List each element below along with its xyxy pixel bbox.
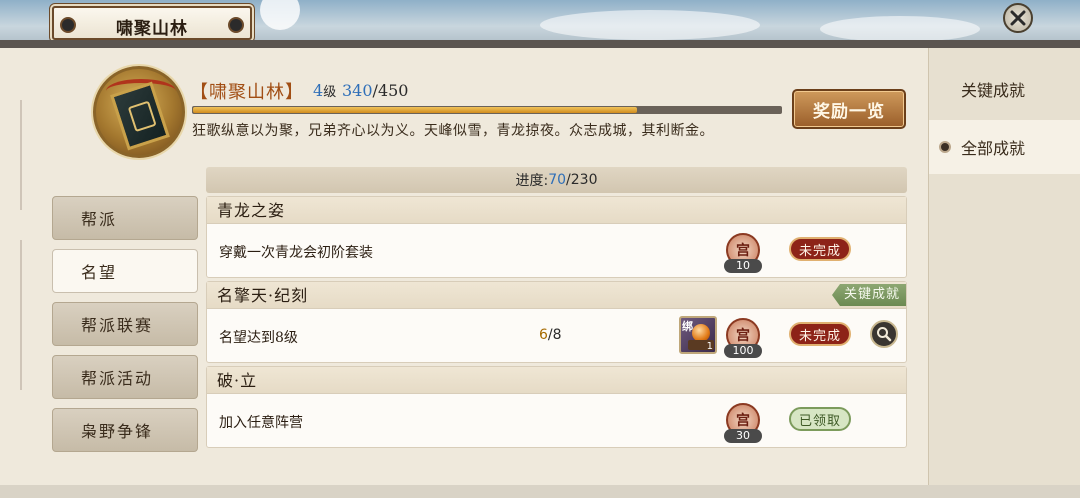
overall-progress: 进度: 70/230 <box>206 167 907 193</box>
progress-total: /230 <box>566 172 598 188</box>
status-badge: 已领取 <box>789 407 851 431</box>
calligraphy-decoration <box>8 70 34 420</box>
window-title-plaque: 啸聚山林 <box>52 6 252 40</box>
key-achievement-tag: 关键成就 <box>831 284 906 306</box>
bound-label: 绑 <box>682 320 693 333</box>
achievement-group-title: 【啸聚山林】 <box>190 82 304 103</box>
item-quantity: 1 <box>706 341 713 352</box>
progress-current: 6 <box>539 327 548 343</box>
achievement-progress: 6/8 <box>539 327 562 343</box>
reward-item[interactable]: 绑 1 <box>679 316 717 354</box>
exp-total: /450 <box>372 81 409 100</box>
right-tab-column: 关键成就 全部成就 <box>928 48 1080 485</box>
progress-total: /8 <box>547 327 562 343</box>
achievement-row: 青龙之姿 穿戴一次青龙会初阶套装 宫 10 未完成 <box>206 196 907 278</box>
status-badge: 未完成 <box>789 237 851 261</box>
bullet-icon <box>939 141 951 153</box>
progress-current: 70 <box>548 172 567 188</box>
tab-label: 全部成就 <box>961 139 1026 158</box>
reward-coin[interactable]: 宫 100 <box>724 318 762 358</box>
bottom-edge <box>0 485 1080 498</box>
exp-current: 340 <box>342 81 373 100</box>
reward-amount: 10 <box>724 259 762 273</box>
group-description: 狂歌纵意以为聚，兄弟齐心以为义。天峰似雪，青龙掠夜。众志成城，其利断金。 <box>192 123 714 139</box>
nav-item-guild-league[interactable]: 帮派联赛 <box>52 302 198 346</box>
reward-amount: 30 <box>724 429 762 443</box>
reward-overview-button[interactable]: 奖励一览 <box>792 89 906 129</box>
window-title: 啸聚山林 <box>116 19 188 39</box>
close-icon <box>1010 10 1026 26</box>
achievement-desc: 穿戴一次青龙会初阶套装 <box>219 245 373 261</box>
achievement-desc: 加入任意阵营 <box>219 415 303 431</box>
status-badge: 未完成 <box>789 322 851 346</box>
tab-all-achievements[interactable]: 全部成就 <box>929 120 1080 174</box>
tab-key-achievements[interactable]: 关键成就 <box>929 62 1080 116</box>
achievement-title: 名擎天·纪刻 <box>207 282 906 309</box>
tab-label: 关键成就 <box>961 81 1026 100</box>
nav-item-wild-contest[interactable]: 枭野争锋 <box>52 408 198 452</box>
exp-progress-bar <box>192 106 782 114</box>
group-level: 4级 <box>313 81 336 100</box>
level-value: 4 <box>313 81 324 100</box>
group-exp: 340/450 <box>342 81 408 100</box>
ornament-icon <box>228 17 244 33</box>
achievement-row: 破·立 加入任意阵营 宫 30 已领取 <box>206 366 907 448</box>
nav-item-guild-activity[interactable]: 帮派活动 <box>52 355 198 399</box>
achievement-window: 啸聚山林 关键成就 全部成就 【啸聚山林】 4级 340/450 狂歌纵意以为聚… <box>0 0 1080 498</box>
progress-label: 进度: <box>515 173 549 189</box>
achievement-row: 名擎天·纪刻 关键成就 名望达到8级 6/8 绑 1 宫 100 未完成 <box>206 281 907 363</box>
achievement-title: 青龙之姿 <box>207 197 906 224</box>
exp-progress-fill <box>193 107 637 113</box>
level-unit: 级 <box>323 85 337 100</box>
guild-emblem-icon <box>93 66 185 158</box>
search-button[interactable] <box>870 320 898 348</box>
reward-coin[interactable]: 宫 30 <box>724 403 762 443</box>
nav-item-guild[interactable]: 帮派 <box>52 196 198 240</box>
reward-coin[interactable]: 宫 10 <box>724 233 762 273</box>
reward-amount: 100 <box>724 344 762 358</box>
achievement-desc: 名望达到8级 <box>219 330 298 346</box>
achievement-title: 破·立 <box>207 367 906 394</box>
magnifier-icon <box>877 327 892 342</box>
nav-item-reputation[interactable]: 名望 <box>52 249 198 293</box>
close-button[interactable] <box>1003 3 1033 33</box>
